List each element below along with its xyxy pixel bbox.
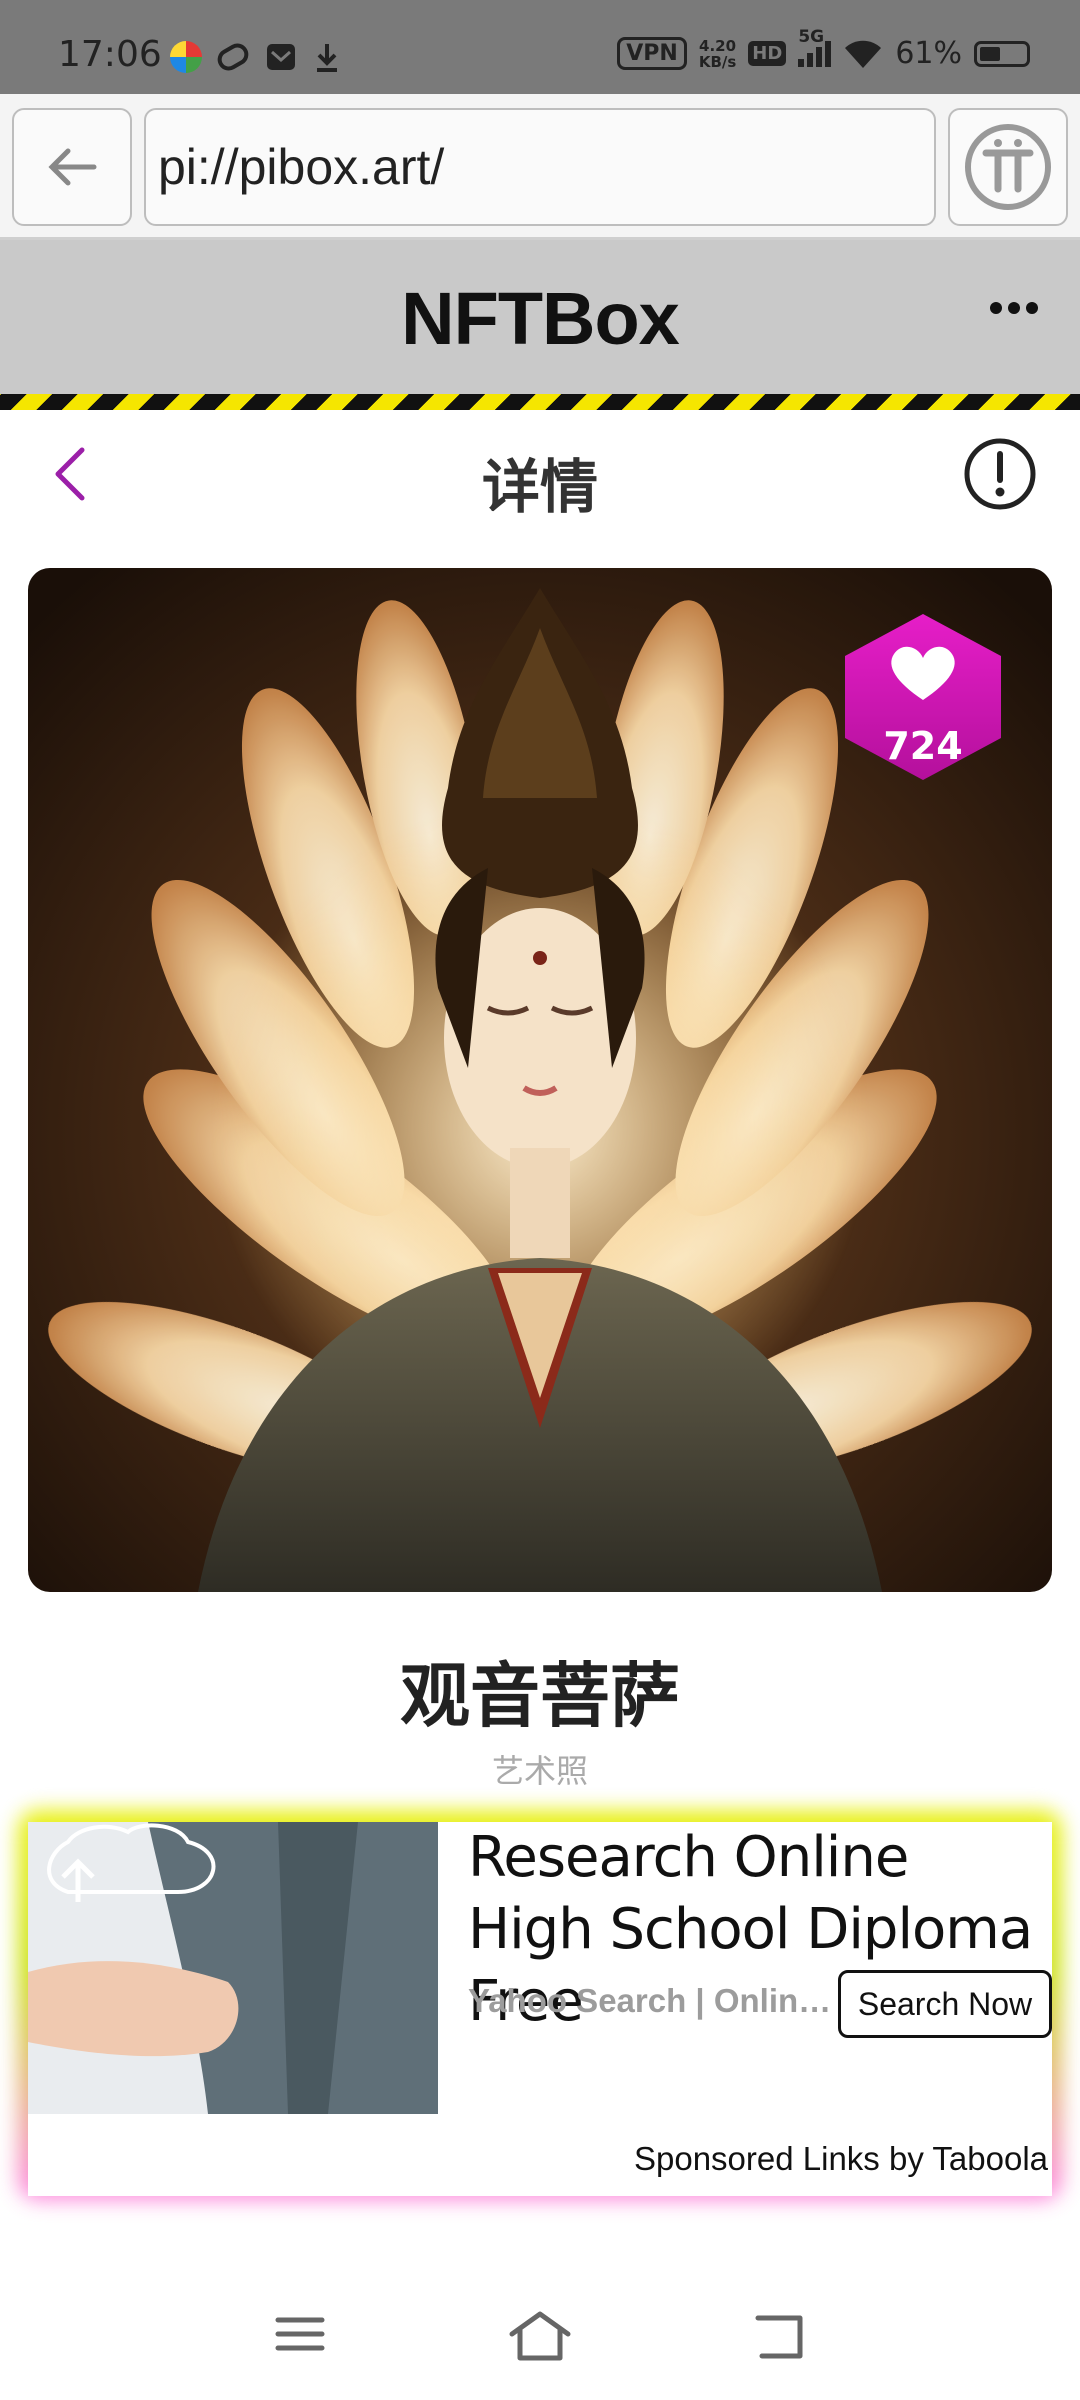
home-icon (509, 2311, 571, 2361)
sponsored-ad[interactable]: Research Online High School Diploma Free… (28, 1822, 1052, 2196)
exclamation-circle-icon (964, 438, 1036, 510)
app-notification-icon (170, 41, 202, 73)
hd-badge: HD (748, 41, 787, 66)
browser-toolbar: pi://pibox.art/ (0, 94, 1080, 240)
recent-apps-button[interactable] (272, 2310, 328, 2363)
download-icon (317, 44, 337, 72)
report-button[interactable] (962, 436, 1038, 517)
hazard-stripe-divider (0, 394, 1080, 410)
pi-logo-icon (965, 124, 1051, 210)
wifi-icon (845, 40, 882, 68)
status-bar: 17:06 VPN 4.20 KB/s HD 5G 61% (0, 0, 1080, 94)
system-indicators: VPN 4.20 KB/s HD 5G 61% (617, 27, 1030, 71)
ad-search-now-button[interactable]: Search Now (838, 1970, 1052, 2038)
system-back-button[interactable] (752, 2310, 808, 2367)
menu-icon (275, 2317, 325, 2351)
back-icon (755, 2315, 803, 2359)
link-icon (217, 43, 249, 71)
system-navigation-bar (0, 2270, 1080, 2400)
app-header: NFTBox (0, 240, 1080, 394)
browser-back-button[interactable] (12, 108, 132, 226)
artwork-category: 艺术照 (491, 1752, 588, 1790)
message-icon (267, 44, 295, 70)
more-button[interactable] (988, 300, 1040, 321)
ad-sponsor-label[interactable]: Sponsored Links by Taboola (634, 2140, 1048, 2178)
pi-browser-button[interactable] (948, 108, 1068, 226)
home-button[interactable] (508, 2310, 572, 2367)
network-speed: 4.20 KB/s (698, 36, 737, 71)
arrow-left-icon (48, 148, 97, 186)
battery-icon (974, 40, 1030, 67)
artwork-title: 观音菩萨 (400, 1655, 680, 1737)
url-field[interactable]: pi://pibox.art/ (144, 108, 936, 226)
vpn-badge: VPN (617, 37, 687, 70)
ad-source: Yahoo Search | Online High School Diplom… (468, 1982, 848, 2019)
status-time: 17:06 (58, 34, 162, 75)
app-title: NFTBox (401, 277, 680, 360)
notification-icons (170, 40, 342, 74)
more-dots-icon (990, 302, 1038, 314)
battery-percent: 61% (895, 36, 962, 71)
like-count: 724 (883, 724, 963, 768)
page-title: 详情 (481, 453, 598, 521)
ad-image[interactable] (28, 1822, 438, 2114)
signal-icon: 5G (798, 27, 832, 67)
